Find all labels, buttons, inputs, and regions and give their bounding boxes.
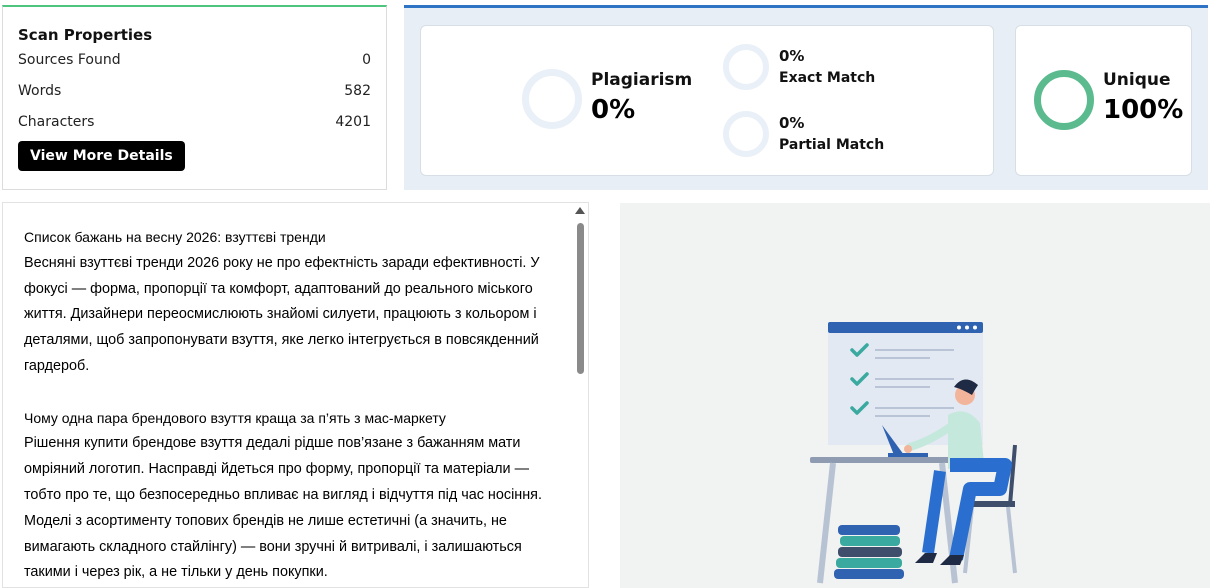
scan-properties-card: Scan Properties Sources Found 0 Words 58…: [2, 5, 387, 190]
text-line: Список бажань на весну 2026: взуттєві тр…: [24, 229, 326, 245]
document-text-pane[interactable]: Список бажань на весну 2026: взуттєві тр…: [2, 202, 589, 588]
unique-percent: 100%: [1103, 95, 1184, 125]
text-line: тобто про те, що безпосередньо впливає н…: [24, 486, 542, 503]
words-row: Words 582: [18, 83, 371, 114]
scan-properties-title: Scan Properties: [18, 26, 153, 44]
results-panel: Plagiarism 0% 0% Exact Match 0% Partial …: [404, 5, 1208, 190]
plagiarism-ring-chart: [522, 69, 582, 129]
text-line: гардероб.: [24, 357, 90, 374]
plagiarism-card: Plagiarism 0% 0% Exact Match 0% Partial …: [420, 25, 994, 176]
plagiarism-percent: 0%: [591, 95, 636, 125]
words-value: 582: [344, 83, 371, 99]
exact-match-percent: 0%: [779, 47, 805, 65]
sources-found-label: Sources Found: [18, 52, 121, 68]
exact-match-label: Exact Match: [779, 70, 876, 86]
text-line: деталями, щоб запропонувати взуття, яке …: [24, 332, 539, 349]
partial-match-ring-chart: [723, 111, 769, 157]
text-line: Моделі з асортименту топових брендів не …: [24, 512, 507, 529]
scroll-up-arrow-icon[interactable]: [575, 207, 585, 214]
vertical-scrollbar[interactable]: [574, 203, 588, 587]
illustration-pane: [620, 203, 1210, 588]
unique-card: Unique 100%: [1015, 25, 1192, 176]
text-line: Рішення купити брендове взуття дедалі рі…: [24, 435, 521, 452]
exact-match-ring-chart: [723, 44, 769, 90]
text-line: Весняні взуттєві тренди 2026 року не про…: [24, 254, 540, 271]
text-line: вимагають складного стайлінгу) — вони зр…: [24, 538, 522, 555]
words-label: Words: [18, 83, 62, 99]
partial-match-percent: 0%: [779, 114, 805, 132]
unique-ring-chart: [1034, 70, 1094, 130]
text-line: фокусі — форма, пропорції та комфорт, ад…: [24, 280, 533, 297]
scrollbar-thumb[interactable]: [577, 223, 584, 374]
text-line: такими і через рік, а не тільки у день п…: [24, 564, 328, 581]
view-more-details-button[interactable]: View More Details: [18, 141, 185, 171]
partial-match-label: Partial Match: [779, 137, 885, 153]
plagiarism-label: Plagiarism: [591, 70, 693, 90]
characters-value: 4201: [335, 114, 371, 130]
unique-label: Unique: [1103, 70, 1171, 90]
sources-found-value: 0: [362, 52, 371, 68]
sources-found-row: Sources Found 0: [18, 52, 371, 83]
text-line: омріяний логотип. Насправді йдеться про …: [24, 461, 529, 478]
document-text: Список бажань на весну 2026: взуттєві тр…: [3, 203, 588, 586]
person-at-desk-illustration: [810, 322, 1017, 584]
text-line: життя. Дизайнери переосмислюють знайомі …: [24, 306, 537, 323]
text-line: Чому одна пара брендового взуття краща з…: [24, 409, 446, 426]
